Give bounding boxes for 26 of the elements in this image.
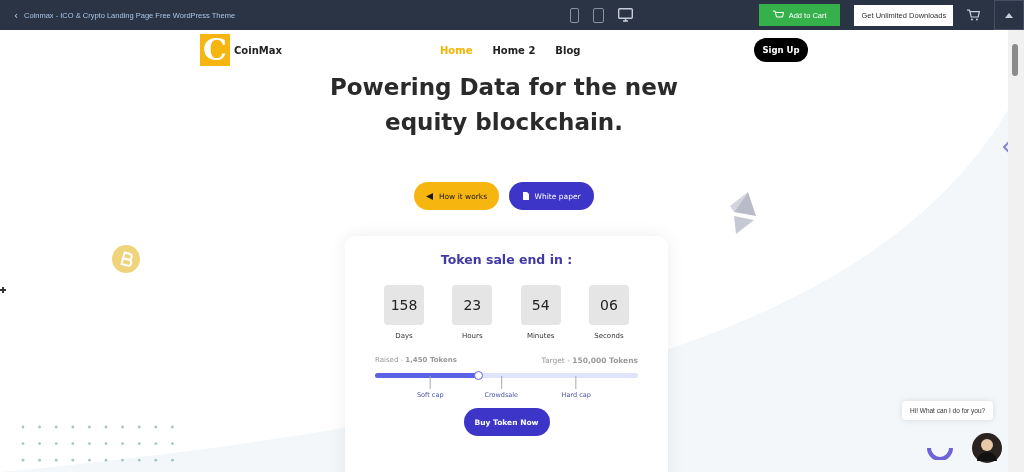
countdown-value: 158	[384, 285, 424, 325]
sign-up-button[interactable]: Sign Up	[754, 38, 808, 62]
nav-link[interactable]: Blog	[555, 44, 581, 56]
scrollbar[interactable]	[1008, 30, 1024, 472]
scroll-up-button[interactable]	[994, 0, 1024, 30]
hero-heading: equity blockchain.	[384, 108, 624, 137]
loading-arc-icon	[927, 446, 953, 460]
avatar[interactable]	[972, 433, 1002, 463]
nav-link[interactable]: Home 2	[492, 44, 536, 56]
back-icon[interactable]: ‹	[14, 9, 18, 21]
desktop-icon[interactable]	[618, 8, 633, 22]
countdown-value: 23	[452, 285, 493, 325]
play-back-icon	[425, 192, 433, 200]
countdown-value: 54	[520, 285, 561, 325]
cart-icon	[772, 10, 784, 20]
logo-text[interactable]: CoinMax	[234, 44, 282, 56]
caret-up-icon	[1005, 12, 1014, 18]
ethereum-icon	[728, 192, 756, 236]
document-icon	[522, 192, 529, 200]
card-title: Token sale end in :	[439, 252, 574, 267]
bitcoin-icon	[112, 245, 140, 273]
cart-icon[interactable]	[967, 9, 981, 21]
tablet-icon[interactable]	[593, 7, 604, 23]
hero-heading: Powering Data for the new	[328, 73, 680, 102]
phone-icon[interactable]	[570, 7, 579, 23]
countdown-value: 06	[589, 285, 629, 325]
